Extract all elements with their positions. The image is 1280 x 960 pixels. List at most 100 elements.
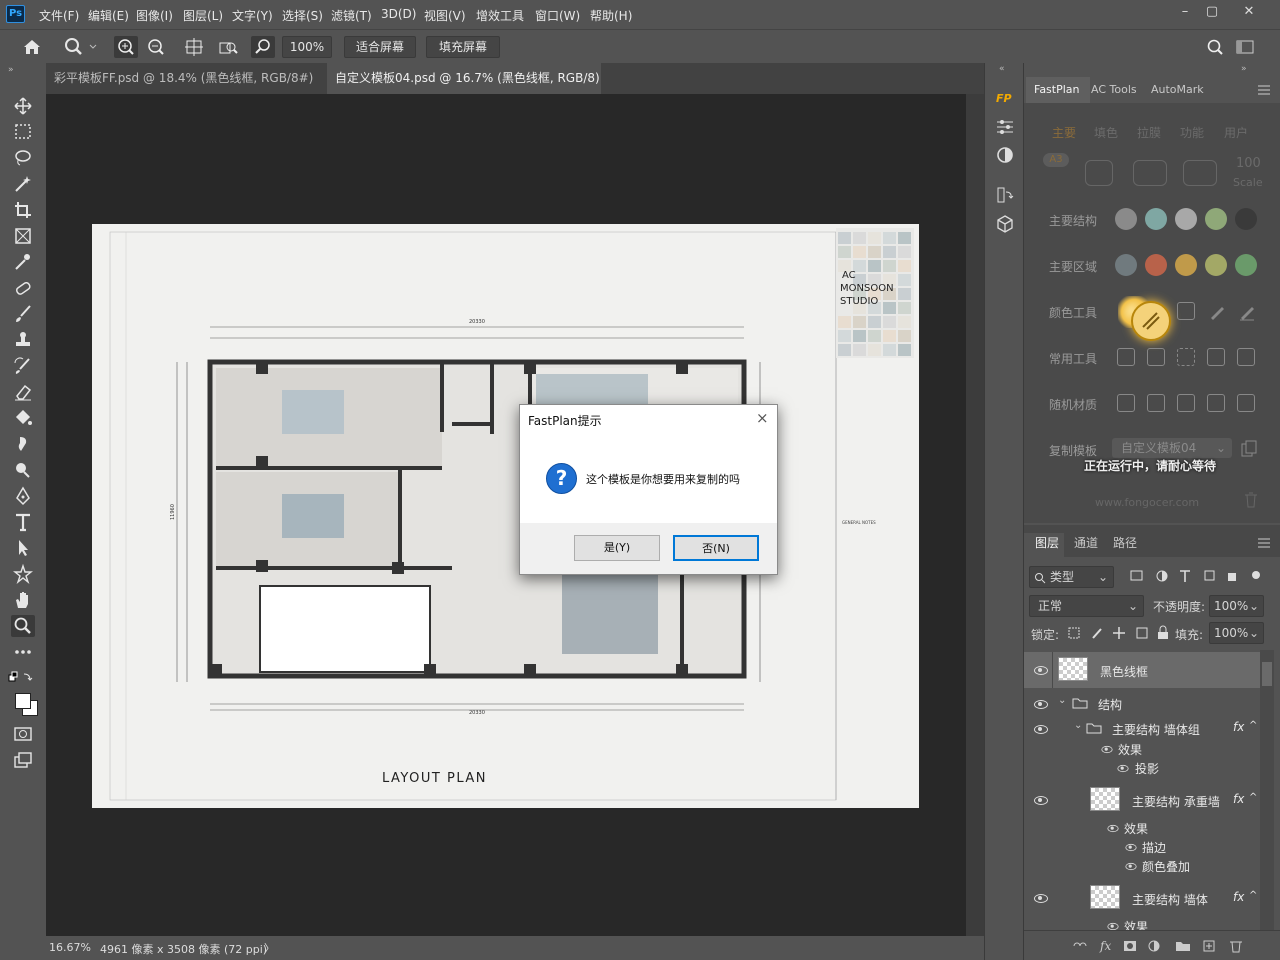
tab-automark[interactable]: AutoMark [1151,83,1204,96]
tab-ac-tools[interactable]: AC Tools [1091,83,1137,96]
quick-mask-icon[interactable] [11,723,35,745]
subtab-film[interactable]: 拉膜 [1137,124,1161,141]
layers-menu-icon[interactable] [1258,537,1270,548]
no-button[interactable]: 否(N) [673,535,759,561]
subtab-fill[interactable]: 填色 [1094,124,1118,141]
material-5-button[interactable] [1237,394,1255,412]
layer-group-structure[interactable]: ⌄ 结构 [1024,692,1280,716]
tab-fastplan[interactable]: FastPlan [1034,83,1080,96]
website-link[interactable]: www.fongocer.com [1095,496,1199,509]
structure-color-5[interactable] [1235,208,1257,230]
material-1-button[interactable] [1117,394,1135,412]
menu-image[interactable]: 图像(I) [136,7,173,24]
copy-icon[interactable] [1240,440,1258,458]
collapse-tools-icon[interactable]: » [8,65,14,75]
status-menu-arrow[interactable]: 〉 [264,940,275,956]
home-icon[interactable] [20,36,44,58]
visibility-eye-icon[interactable] [1117,764,1129,773]
scale-value[interactable]: 100 [1236,156,1261,171]
menu-layer[interactable]: 图层(L) [183,7,223,24]
default-colors-icon[interactable] [8,671,38,691]
visibility-eye-icon[interactable] [1034,796,1048,805]
menu-3d[interactable]: 3D(D) [381,7,416,21]
foreground-color-swatch[interactable] [15,693,31,709]
zone-color-2[interactable] [1145,254,1167,276]
structure-color-2[interactable] [1145,208,1167,230]
menu-plugins[interactable]: 增效工具 [476,7,524,24]
tab-paths[interactable]: 路径 [1113,534,1137,551]
zoom-all-windows-icon[interactable] [216,36,240,58]
minimize-icon[interactable]: – [1170,4,1200,22]
zoom-in-icon[interactable] [114,36,138,58]
yes-button[interactable]: 是(Y) [574,535,660,561]
eyedropper-icon[interactable] [11,251,35,273]
split-tool-button[interactable] [1237,348,1255,366]
menu-select[interactable]: 选择(S) [282,7,323,24]
vertical-scrollbar[interactable] [966,94,984,936]
eraser-tool-icon[interactable] [1237,302,1257,322]
zone-color-3[interactable] [1175,254,1197,276]
path-selection-icon[interactable] [11,537,35,559]
layer-black-frame[interactable]: 黑色线框 [1024,652,1260,688]
chevron-up-icon[interactable]: ^ [1249,720,1257,731]
visibility-eye-icon[interactable] [1034,894,1048,903]
image-button[interactable] [1085,160,1113,186]
zone-color-1[interactable] [1115,254,1137,276]
menu-file[interactable]: 文件(F) [39,7,79,24]
paint-bucket-icon[interactable] [11,407,35,429]
brush-tool-icon[interactable] [11,303,35,325]
expand-panels-icon[interactable]: « [999,64,1005,74]
menu-type[interactable]: 文字(Y) [232,7,273,24]
tab-caiping-template[interactable]: 彩平模板FF.psd @ 18.4% (黑色线框, RGB/8#) * × [46,63,323,115]
layers-button[interactable] [1133,160,1167,186]
fit-screen-button[interactable]: 适合屏幕 [344,36,416,58]
subtab-function[interactable]: 功能 [1180,124,1204,141]
zoom-out-icon[interactable] [144,36,168,58]
visibility-eye-icon[interactable] [1107,922,1119,930]
zoom-tool-icon[interactable] [62,36,97,58]
subtab-user[interactable]: 用户 [1224,124,1248,141]
stamp-tool-icon[interactable] [11,329,35,351]
menu-view[interactable]: 视图(V) [424,7,466,24]
history-icon[interactable] [994,184,1016,206]
material-3-button[interactable] [1177,394,1195,412]
paper-size-toggle[interactable]: A3 [1043,153,1069,167]
color-balance-icon[interactable] [994,144,1016,166]
search-icon[interactable] [1203,36,1227,58]
trash-icon[interactable] [1244,492,1258,508]
crop-tool-icon[interactable] [11,199,35,221]
text-color-button[interactable] [1177,302,1195,320]
zoom-tool-active-icon[interactable] [11,615,35,637]
fx-icon[interactable]: fx [1233,890,1244,904]
pencil-icon[interactable] [1207,302,1227,322]
zoom-value-field[interactable]: 100% [282,36,332,58]
dodge-tool-icon[interactable] [11,459,35,481]
group-expand-icon[interactable]: ⌄ [1058,695,1066,706]
layer-group-walls[interactable]: ⌄ 主要结构 墙体组 fx ^ [1024,718,1280,740]
visibility-eye-icon[interactable] [1125,862,1137,871]
visibility-eye-icon[interactable] [1107,824,1119,833]
healing-brush-icon[interactable] [11,277,35,299]
fx-icon[interactable]: fx [1233,720,1244,734]
layer-filter-select[interactable]: 类型 ⌄ [1029,566,1114,588]
menu-window[interactable]: 窗口(W) [535,7,580,24]
opacity-field[interactable]: 100% ⌄ [1209,595,1264,617]
menu-filter[interactable]: 滤镜(T) [331,7,372,24]
adjustments-icon[interactable] [994,116,1016,138]
marquee-tool-icon[interactable] [11,121,35,143]
tab-layers[interactable]: 图层 [1035,534,1059,551]
layer-wall[interactable]: 主要结构 墙体 fx ^ [1024,880,1280,916]
visibility-eye-icon[interactable] [1101,745,1113,754]
document-canvas[interactable]: 20330 20330 11960 LAYOUT PLAN AC MONSOON… [92,224,919,808]
menu-edit[interactable]: 编辑(E) [88,7,129,24]
structure-color-1[interactable] [1115,208,1137,230]
visibility-eye-icon[interactable] [1125,843,1137,852]
lasso-tool-icon[interactable] [11,147,35,169]
history-brush-icon[interactable] [11,355,35,377]
dialog-close-icon[interactable]: × [756,409,769,427]
material-2-button[interactable] [1147,394,1165,412]
fill-screen-button[interactable]: 填充屏幕 [426,36,500,58]
more-tools-icon[interactable] [11,641,35,663]
visibility-eye-icon[interactable] [1034,666,1048,675]
tab-custom-template[interactable]: 自定义模板04.psd @ 16.7% (黑色线框, RGB/8) × [327,63,601,115]
